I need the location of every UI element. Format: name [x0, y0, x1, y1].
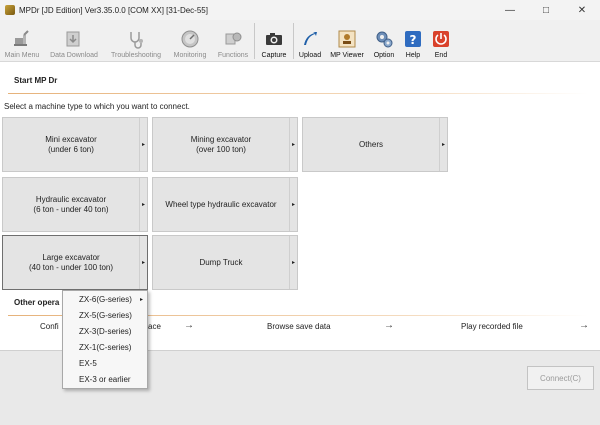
submenu-arrow-icon: ▸ [139, 297, 143, 303]
tile-dropdown-arrow-icon[interactable]: ▸ [139, 178, 147, 231]
connect-button[interactable]: Connect(C) [527, 366, 594, 390]
window-title: MPDr [JD Edition] Ver3.35.0.0 [COM XX] [… [19, 5, 208, 15]
main-menu-button[interactable]: Main Menu [0, 20, 44, 62]
gauge-icon [179, 28, 201, 50]
functions-button[interactable]: Functions [212, 20, 254, 62]
close-button[interactable]: ✕ [564, 0, 600, 20]
help-icon: ? [402, 28, 424, 50]
functions-icon [222, 28, 244, 50]
op-browse-save-data-link[interactable]: Browse save data [267, 322, 331, 331]
data-download-button[interactable]: Data Download [44, 20, 104, 62]
maximize-button[interactable]: □ [528, 0, 564, 20]
svg-text:?: ? [410, 33, 417, 47]
option-button[interactable]: Option [368, 20, 400, 62]
arrow-right-icon: → [579, 320, 589, 331]
tile-dropdown-arrow-icon[interactable]: ▸ [139, 236, 147, 289]
dropdown-item-zx6[interactable]: ZX-6(G-series) [79, 295, 132, 304]
app-logo-icon [5, 5, 15, 15]
main-menu-icon [11, 28, 33, 50]
arrow-right-icon: → [384, 320, 394, 331]
op-config-link-tail[interactable]: ace [148, 322, 161, 331]
tile-wheel-type-hydraulic-excavator[interactable]: Wheel type hydraulic excavator ▸ [152, 177, 298, 232]
toolbar: Main Menu Data Download Troubleshooting … [0, 20, 600, 62]
power-icon [430, 28, 452, 50]
data-download-icon [63, 28, 85, 50]
troubleshooting-button[interactable]: Troubleshooting [104, 20, 168, 62]
machine-type-prompt: Select a machine type to which you want … [4, 102, 190, 111]
tile-mini-excavator[interactable]: Mini excavator (under 6 ton) ▸ [2, 117, 148, 172]
arrow-right-icon: → [184, 320, 194, 331]
tile-dropdown-arrow-icon[interactable]: ▸ [139, 118, 147, 171]
machine-series-dropdown: ZX-6(G-series) ▸ ZX-5(G-series) ZX-3(D-s… [62, 290, 148, 389]
gears-icon [373, 28, 395, 50]
other-operations-title: Other opera [14, 298, 60, 307]
op-config-link[interactable]: Confi [40, 322, 59, 331]
dropdown-item-ex3-or-earlier[interactable]: EX-3 or earlier [79, 375, 131, 384]
dropdown-item-zx1[interactable]: ZX-1(C-series) [79, 343, 131, 352]
mp-viewer-icon [336, 28, 358, 50]
tile-others[interactable]: Others ▸ [302, 117, 448, 172]
tile-large-excavator[interactable]: Large excavator (40 ton - under 100 ton)… [2, 235, 148, 290]
upload-icon [299, 28, 321, 50]
section-divider [8, 93, 588, 94]
upload-button[interactable]: Upload [294, 20, 326, 62]
tile-dropdown-arrow-icon[interactable]: ▸ [289, 178, 297, 231]
camera-icon [263, 28, 285, 50]
tile-dump-truck[interactable]: Dump Truck ▸ [152, 235, 298, 290]
monitoring-button[interactable]: Monitoring [168, 20, 212, 62]
mp-viewer-button[interactable]: MP Viewer [326, 20, 368, 62]
dropdown-item-ex5[interactable]: EX-5 [79, 359, 97, 368]
title-bar: MPDr [JD Edition] Ver3.35.0.0 [COM XX] [… [0, 0, 600, 20]
minimize-button[interactable]: — [492, 0, 528, 20]
tile-dropdown-arrow-icon[interactable]: ▸ [289, 236, 297, 289]
help-button[interactable]: ? Help [400, 20, 426, 62]
dropdown-item-zx3[interactable]: ZX-3(D-series) [79, 327, 131, 336]
stethoscope-icon [125, 28, 147, 50]
tile-dropdown-arrow-icon[interactable]: ▸ [289, 118, 297, 171]
dropdown-item-zx5[interactable]: ZX-5(G-series) [79, 311, 132, 320]
tile-dropdown-arrow-icon[interactable]: ▸ [439, 118, 447, 171]
op-play-recorded-file-link[interactable]: Play recorded file [461, 322, 523, 331]
tile-hydraulic-excavator[interactable]: Hydraulic excavator (6 ton - under 40 to… [2, 177, 148, 232]
capture-button[interactable]: Capture [255, 20, 293, 62]
tile-mining-excavator[interactable]: Mining excavator (over 100 ton) ▸ [152, 117, 298, 172]
end-button[interactable]: End [426, 20, 456, 62]
start-section-title: Start MP Dr [14, 76, 58, 85]
